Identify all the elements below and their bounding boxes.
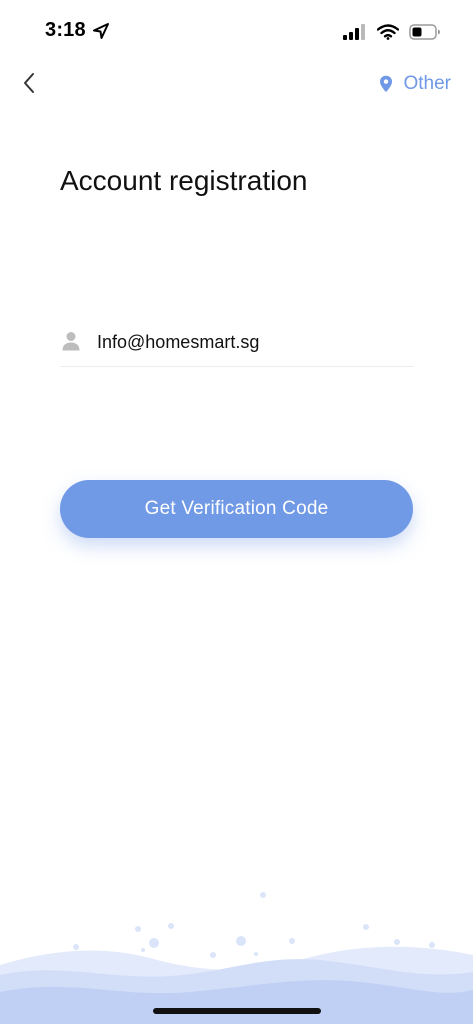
email-field-row — [60, 318, 414, 367]
region-label: Other — [403, 73, 451, 94]
status-bar: 3:18 — [0, 0, 473, 60]
back-button[interactable] — [14, 68, 44, 98]
status-time: 3:18 — [45, 19, 86, 41]
decorative-waves — [0, 892, 473, 1024]
cellular-signal-icon — [343, 24, 365, 40]
location-arrow-icon — [93, 23, 109, 39]
chevron-left-icon — [24, 73, 34, 93]
region-selector-button[interactable]: Other — [379, 70, 451, 98]
wifi-icon — [377, 24, 399, 40]
location-pin-icon — [380, 75, 393, 92]
user-icon — [62, 332, 80, 351]
email-field[interactable] — [97, 326, 407, 358]
home-indicator — [153, 1008, 321, 1014]
page-title: Account registration — [60, 165, 308, 196]
get-verification-code-button[interactable]: Get Verification Code — [60, 480, 413, 538]
battery-icon — [409, 24, 440, 40]
nav-bar: Other — [0, 60, 473, 108]
status-icons — [343, 22, 441, 42]
